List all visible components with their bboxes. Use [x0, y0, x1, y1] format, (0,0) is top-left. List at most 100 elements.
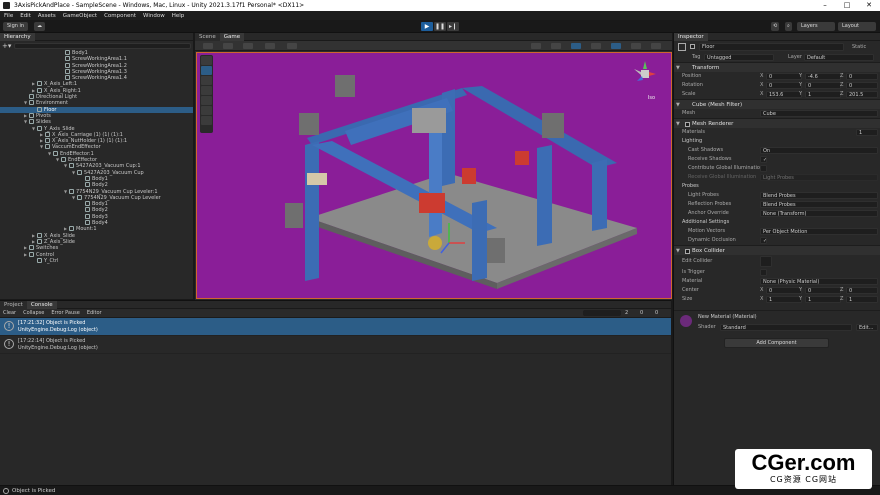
- lighting-section[interactable]: Lighting: [682, 137, 702, 146]
- hierarchy-search-input[interactable]: [14, 42, 191, 49]
- probes-section[interactable]: Probes: [682, 182, 699, 191]
- mesh-field[interactable]: Cube: [760, 110, 878, 117]
- additional-settings-section[interactable]: Additional Settings: [682, 218, 729, 227]
- scale-tool-icon[interactable]: [201, 86, 212, 95]
- collapse-button[interactable]: Collapse: [23, 310, 44, 316]
- mesh-renderer-checkbox[interactable]: [685, 122, 690, 127]
- dynamic-occlusion-checkbox[interactable]: ✓: [760, 237, 767, 244]
- layer-dropdown[interactable]: Default: [804, 54, 874, 61]
- menu-edit[interactable]: Edit: [20, 13, 31, 19]
- minimize-icon[interactable]: –: [814, 0, 836, 11]
- size-y-field[interactable]: 1: [805, 296, 841, 303]
- scene-viewport[interactable]: Iso: [196, 52, 672, 299]
- console-entry[interactable]: ! [17:21:32] Object is Picked UnityEngin…: [0, 318, 671, 336]
- menu-help[interactable]: Help: [172, 13, 185, 19]
- hand-tool-icon[interactable]: [201, 56, 212, 65]
- menu-gameobject[interactable]: GameObject: [63, 13, 97, 19]
- rotation-y-field[interactable]: 0: [805, 82, 841, 89]
- menu-component[interactable]: Component: [104, 13, 136, 19]
- scale-z-field[interactable]: 201.5: [846, 91, 878, 98]
- add-component-button[interactable]: Add Component: [724, 338, 829, 348]
- pivot-icon[interactable]: [223, 43, 233, 49]
- layout-dropdown[interactable]: Layout: [838, 22, 876, 31]
- clear-button[interactable]: Clear: [3, 310, 16, 316]
- center-x-field[interactable]: 0: [766, 287, 802, 294]
- console-search-input[interactable]: [583, 310, 621, 316]
- rotation-x-field[interactable]: 0: [766, 82, 802, 89]
- size-x-field[interactable]: 1: [766, 296, 802, 303]
- add-icon[interactable]: +▾: [2, 42, 11, 50]
- tab-hierarchy[interactable]: Hierarchy: [0, 32, 35, 41]
- console-entry[interactable]: ! [17:22:14] Object is Picked UnityEngin…: [0, 336, 671, 354]
- tag-dropdown[interactable]: Untagged: [704, 54, 774, 61]
- shader-edit-button[interactable]: Edit...: [856, 324, 878, 331]
- shader-dropdown[interactable]: Standard: [720, 324, 852, 331]
- editor-dropdown[interactable]: Editor: [87, 310, 102, 316]
- custom-tool-icon[interactable]: [201, 116, 212, 125]
- scale-y-field[interactable]: 1: [805, 91, 841, 98]
- error-count[interactable]: 0: [655, 310, 658, 316]
- is-trigger-checkbox[interactable]: [760, 269, 767, 276]
- rotation-z-field[interactable]: 0: [846, 82, 878, 89]
- shading-icon[interactable]: [531, 43, 541, 49]
- material-title[interactable]: New Material (Material): [698, 313, 757, 322]
- audio-icon[interactable]: [591, 43, 601, 49]
- log-count[interactable]: 2: [625, 310, 628, 316]
- tab-console[interactable]: Console: [26, 300, 57, 309]
- transform-header[interactable]: ▼ Transform: [674, 62, 880, 72]
- snap-icon[interactable]: [265, 43, 275, 49]
- active-checkbox[interactable]: [690, 44, 695, 49]
- increment-icon[interactable]: [287, 43, 297, 49]
- move-tool-icon[interactable]: [201, 66, 212, 75]
- sign-in-button[interactable]: Sign in: [3, 22, 29, 31]
- grid-icon[interactable]: [243, 43, 253, 49]
- tab-scene[interactable]: Scene: [195, 32, 220, 41]
- close-icon[interactable]: ✕: [858, 0, 880, 11]
- mesh-renderer-header[interactable]: ▼ Mesh Renderer: [674, 118, 880, 128]
- anchor-override-field[interactable]: None (Transform): [760, 210, 878, 217]
- physic-material-field[interactable]: None (Physic Material): [760, 278, 878, 285]
- history-icon[interactable]: ⟲: [771, 22, 780, 31]
- reflection-probes-dropdown[interactable]: Blend Probes: [760, 201, 878, 208]
- materials-count[interactable]: 1: [856, 129, 878, 136]
- box-collider-header[interactable]: ▼ Box Collider: [674, 245, 880, 255]
- position-y-field[interactable]: -4.6: [805, 73, 841, 80]
- size-z-field[interactable]: 1: [846, 296, 878, 303]
- pause-icon[interactable]: ❚❚: [434, 22, 446, 31]
- cast-shadows-dropdown[interactable]: On: [760, 147, 878, 154]
- play-icon[interactable]: ▶: [421, 22, 433, 31]
- materials-label[interactable]: Materials: [682, 128, 705, 137]
- mesh-filter-header[interactable]: ▼ Cube (Mesh Filter): [674, 99, 880, 109]
- draw-mode-icon[interactable]: [203, 43, 213, 49]
- position-z-field[interactable]: 0: [846, 73, 878, 80]
- position-x-field[interactable]: 0: [766, 73, 802, 80]
- tab-project[interactable]: Project: [0, 300, 27, 309]
- contribute-gi-checkbox[interactable]: [760, 165, 767, 172]
- effects-icon[interactable]: [611, 43, 621, 49]
- center-z-field[interactable]: 0: [846, 287, 878, 294]
- search-icon[interactable]: ⌕: [785, 22, 792, 31]
- projection-label[interactable]: Iso: [648, 95, 655, 101]
- tab-inspector[interactable]: Inspector: [674, 32, 708, 41]
- menu-window[interactable]: Window: [143, 13, 165, 19]
- scale-x-field[interactable]: 153.6: [766, 91, 802, 98]
- maximize-icon[interactable]: □: [836, 0, 858, 11]
- gizmos-icon[interactable]: [651, 43, 661, 49]
- menu-file[interactable]: File: [4, 13, 13, 19]
- camera-icon[interactable]: [631, 43, 641, 49]
- rotate-tool-icon[interactable]: [201, 76, 212, 85]
- rect-tool-icon[interactable]: [201, 96, 212, 105]
- center-y-field[interactable]: 0: [805, 287, 841, 294]
- hierarchy-item[interactable]: Y_Ctrl: [0, 257, 193, 264]
- static-toggle[interactable]: Static: [852, 43, 866, 52]
- layers-dropdown[interactable]: Layers: [797, 22, 835, 31]
- menu-assets[interactable]: Assets: [38, 13, 56, 19]
- receive-shadows-checkbox[interactable]: ✓: [760, 156, 767, 163]
- motion-vectors-dropdown[interactable]: Per Object Motion: [760, 228, 878, 235]
- warning-count[interactable]: 0: [640, 310, 643, 316]
- 2d-toggle-icon[interactable]: [551, 43, 561, 49]
- status-message[interactable]: Object is Picked: [12, 488, 55, 494]
- error-pause-button[interactable]: Error Pause: [51, 310, 79, 316]
- lighting-icon[interactable]: [571, 43, 581, 49]
- tab-game[interactable]: Game: [219, 32, 245, 41]
